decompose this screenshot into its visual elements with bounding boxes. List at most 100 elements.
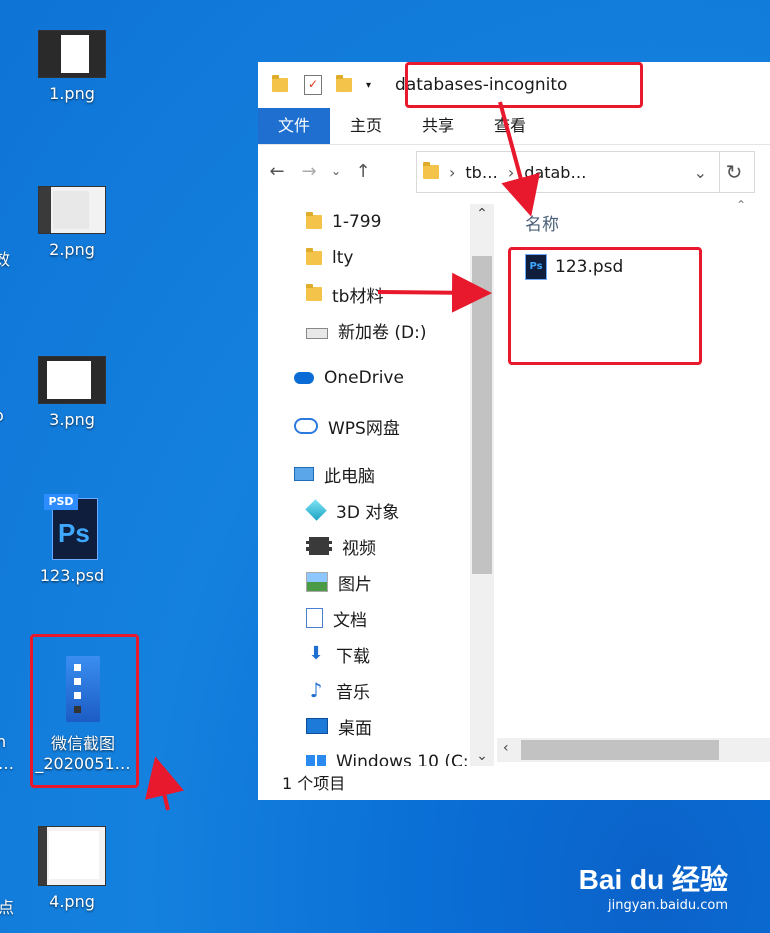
nav-item-wps-cloud[interactable]: WPS网盘: [294, 412, 400, 440]
scroll-down-icon[interactable]: ⌄: [470, 748, 494, 764]
desktop-icon-123psd[interactable]: PSD Ps 123.psd: [32, 494, 112, 585]
nav-item-this-pc[interactable]: 此电脑: [294, 460, 375, 488]
horizontal-scrollbar[interactable]: ‹: [497, 738, 770, 762]
computer-icon: [294, 467, 314, 481]
nav-item-documents[interactable]: 文档: [306, 604, 367, 632]
nav-item-label: 图片: [338, 574, 372, 595]
nav-item-3d-objects[interactable]: 3D 对象: [305, 496, 400, 524]
chevron-down-icon[interactable]: ⌄: [694, 163, 707, 182]
forward-arrow-icon[interactable]: →: [298, 161, 320, 182]
image-thumbnail: [38, 186, 106, 234]
desktop-icon: [306, 718, 328, 734]
edge-label: 点: [0, 898, 15, 917]
desktop-icon-label: 4.png: [49, 892, 95, 911]
folder-icon: [272, 75, 288, 92]
edge-label: …: [0, 754, 14, 773]
wps-cloud-icon: [294, 418, 318, 434]
document-icon: [306, 608, 323, 628]
image-thumbnail: [38, 356, 106, 404]
annotation-arrow: [145, 756, 184, 811]
tab-view[interactable]: 查看: [474, 108, 546, 144]
annotation-box-desktop-icon: [30, 634, 139, 788]
nav-item-windows-c[interactable]: Windows 10 (C:): [306, 748, 475, 766]
scrollbar-thumb[interactable]: [521, 740, 719, 760]
annotation-box-file: [508, 247, 702, 365]
nav-item-label: tb材料: [332, 286, 384, 307]
new-folder-icon[interactable]: [336, 75, 352, 92]
refresh-icon[interactable]: ↻: [714, 151, 755, 193]
drive-icon: [306, 327, 328, 339]
baidu-watermark-logo: Bai du 经验: [578, 864, 728, 895]
navigation-pane: 1-799 lty tb材料 新加卷 (D:) OneDrive WPS网盘 此…: [258, 204, 494, 766]
nav-item-label: 3D 对象: [336, 502, 400, 523]
desktop-icon-label: 1.png: [49, 84, 95, 103]
column-header-name[interactable]: 名称: [525, 210, 559, 235]
download-arrow-icon: ⬇: [308, 643, 324, 664]
status-bar-text: 1 个项目: [282, 774, 346, 793]
nav-item-label: 桌面: [338, 718, 372, 739]
folder-icon: [423, 162, 439, 179]
nav-item-desktop[interactable]: 桌面: [306, 712, 372, 740]
breadcrumb-item[interactable]: datab…: [524, 163, 586, 182]
chevron-down-icon[interactable]: ▾: [366, 80, 371, 91]
edge-label: n: [0, 732, 7, 751]
nav-item-label: 音乐: [336, 682, 370, 703]
tab-file[interactable]: 文件: [258, 108, 331, 144]
desktop-icon-2png[interactable]: 2.png: [32, 186, 112, 259]
nav-item-downloads[interactable]: ⬇ 下载: [306, 640, 370, 668]
folder-icon: [306, 248, 322, 265]
tab-share[interactable]: 共享: [402, 108, 474, 144]
desktop-icon-label: 2.png: [49, 240, 95, 259]
pictures-icon: [306, 572, 328, 592]
ribbon-tabs: 文件 主页 共享 查看: [258, 108, 770, 145]
desktop-icon-4png[interactable]: 4.png: [32, 826, 112, 911]
nav-item-label: 1-799: [332, 212, 382, 232]
desktop-icon-label: 3.png: [49, 410, 95, 429]
breadcrumb-item[interactable]: tb…: [465, 163, 497, 182]
nav-item-drive-d[interactable]: 新加卷 (D:): [306, 316, 427, 344]
psd-file-icon: PSD Ps: [44, 494, 100, 560]
scroll-left-icon[interactable]: ‹: [503, 740, 509, 756]
nav-item-1-799[interactable]: 1-799: [306, 208, 381, 236]
address-bar[interactable]: › tb… › datab… ⌄: [416, 151, 720, 193]
annotation-box-title: [405, 62, 643, 108]
properties-icon[interactable]: ✓: [304, 75, 322, 95]
onedrive-cloud-icon: [294, 372, 314, 384]
3d-objects-icon: [305, 499, 327, 521]
tab-home[interactable]: 主页: [330, 108, 402, 144]
nav-item-lty[interactable]: lty: [306, 244, 353, 272]
nav-item-label: 此电脑: [324, 466, 375, 487]
back-arrow-icon[interactable]: ←: [266, 161, 288, 182]
quick-access-toolbar: ✓ ▾: [304, 75, 371, 95]
image-thumbnail: [38, 30, 106, 78]
desktop-icon-3png[interactable]: 3.png: [32, 356, 112, 429]
windows-drive-icon: [306, 755, 326, 766]
nav-item-videos[interactable]: 视频: [306, 532, 376, 560]
nav-item-music[interactable]: ♪ 音乐: [306, 676, 370, 704]
image-thumbnail: [38, 826, 106, 886]
file-explorer-window: ✓ ▾ databases-incognito 文件 主页 共享 查看 ← → …: [258, 62, 770, 800]
edge-label: 效: [0, 250, 11, 269]
up-arrow-icon[interactable]: ↑: [352, 161, 374, 182]
recent-dropdown-icon[interactable]: ⌄: [330, 164, 342, 178]
nav-item-tb-materials[interactable]: tb材料: [306, 280, 383, 308]
nav-item-label: OneDrive: [324, 368, 404, 388]
edge-label: o: [0, 406, 4, 425]
scrollbar-thumb[interactable]: [472, 256, 492, 574]
video-icon: [306, 537, 332, 555]
desktop-icon-label: 123.psd: [39, 566, 105, 585]
nav-item-onedrive[interactable]: OneDrive: [294, 364, 404, 392]
nav-item-label: 新加卷 (D:): [338, 322, 427, 343]
scroll-up-icon[interactable]: ⌃: [470, 206, 494, 222]
sort-chevron-icon: ⌃: [735, 198, 746, 212]
folder-icon: [306, 212, 322, 229]
address-row: ← → ⌄ ↑ › tb… › datab… ⌄ ↻: [258, 145, 770, 197]
desktop-icon-1png[interactable]: 1.png: [32, 30, 112, 103]
nav-item-label: 视频: [342, 538, 376, 559]
nav-item-label: WPS网盘: [328, 418, 400, 439]
breadcrumb-separator-icon: ›: [507, 162, 515, 182]
nav-item-pictures[interactable]: 图片: [306, 568, 372, 596]
breadcrumb-separator-icon: ›: [449, 162, 456, 182]
nav-item-label: lty: [332, 248, 354, 268]
nav-pane-scrollbar[interactable]: ⌃ ⌄: [470, 204, 494, 766]
